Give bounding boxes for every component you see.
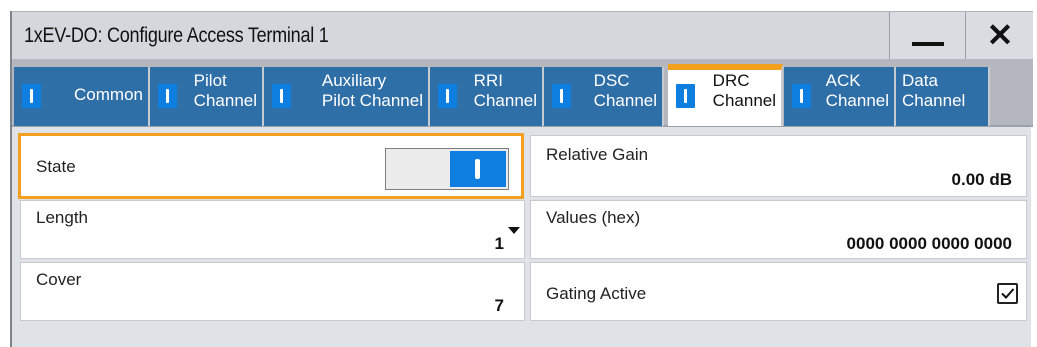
tab-rri-channel[interactable]: RRI Channel (430, 67, 544, 126)
configure-access-terminal-dialog: 1xEV-DO: Configure Access Terminal 1 ✕ C… (10, 11, 1033, 347)
dropdown-arrow-icon (508, 227, 520, 234)
tab-label-line1: Common (74, 85, 143, 104)
relative-gain-value: 0.00 dB (951, 170, 1012, 189)
length-field[interactable]: Length 1 (20, 200, 525, 259)
close-button[interactable]: ✕ (965, 12, 1033, 59)
length-label: Length (36, 208, 88, 227)
tab-label-line2: Channel (902, 91, 966, 110)
tab-label-line2: Pilot Channel (321, 91, 423, 110)
tab-state-indicator-icon (552, 84, 571, 108)
gating-active-checkbox[interactable] (997, 283, 1018, 304)
values-hex-label: Values (hex) (546, 208, 641, 227)
tab-ack-channel[interactable]: ACK Channel (784, 67, 896, 126)
tab-label-line1: ACK (825, 71, 861, 90)
values-hex-value: 0000 0000 0000 0000 (846, 234, 1012, 253)
tab-label-line1: RRI (473, 71, 503, 90)
close-icon: ✕ (986, 17, 1014, 53)
relative-gain-label: Relative Gain (546, 145, 649, 164)
tab-label-line1: DRC (712, 71, 750, 90)
state-field[interactable]: State (18, 133, 524, 199)
length-value: 1 (494, 234, 504, 253)
tab-state-indicator-icon (676, 84, 695, 108)
tab-label-line2: Channel (193, 91, 257, 110)
tab-state-indicator-icon (272, 84, 291, 108)
gating-active-field[interactable]: Gating Active (530, 262, 1027, 321)
minimize-icon (912, 42, 944, 46)
relative-gain-field[interactable]: Relative Gain 0.00 dB (530, 135, 1027, 197)
toggle-on-icon (450, 151, 506, 187)
tab-data-channel[interactable]: Data Channel (896, 67, 990, 126)
cover-value: 7 (494, 296, 504, 315)
tab-label-line1: Pilot (193, 71, 227, 90)
tab-label-line1: DSC (593, 71, 630, 90)
tab-dsc-channel[interactable]: DSC Channel (544, 67, 664, 126)
tab-label-line1: Data (902, 71, 938, 90)
tab-state-indicator-icon (438, 84, 457, 108)
minimize-button[interactable] (889, 12, 965, 59)
channel-tab-strip: Common Pilot Channel Auxiliary Pilot Chann… (12, 59, 1033, 127)
tab-state-indicator-icon (158, 84, 177, 108)
tab-label-line2: Channel (593, 91, 657, 110)
checkmark-icon (1001, 288, 1015, 299)
values-hex-field[interactable]: Values (hex) 0000 0000 0000 0000 (530, 200, 1027, 259)
tab-label-line1: Auxiliary (321, 71, 387, 90)
title-bar: 1xEV-DO: Configure Access Terminal 1 ✕ (12, 11, 1033, 59)
tab-label-line2: Channel (473, 91, 537, 110)
tab-auxiliary-pilot-channel[interactable]: Auxiliary Pilot Channel (264, 67, 430, 126)
window-title: 1xEV-DO: Configure Access Terminal 1 (24, 24, 329, 47)
state-toggle[interactable] (385, 148, 509, 190)
state-label: State (36, 157, 76, 176)
cover-label: Cover (36, 270, 82, 289)
tab-drc-channel[interactable]: DRC Channel (668, 64, 783, 126)
tab-state-indicator-icon (22, 84, 41, 108)
tab-state-indicator-icon (792, 84, 811, 108)
tab-pilot-channel[interactable]: Pilot Channel (150, 67, 264, 126)
tab-common[interactable]: Common (14, 67, 150, 126)
gating-active-label: Gating Active (546, 284, 647, 303)
tab-label-line2: Channel (825, 91, 889, 110)
cover-field[interactable]: Cover 7 (20, 262, 525, 321)
tab-label-line2: Channel (712, 91, 776, 110)
